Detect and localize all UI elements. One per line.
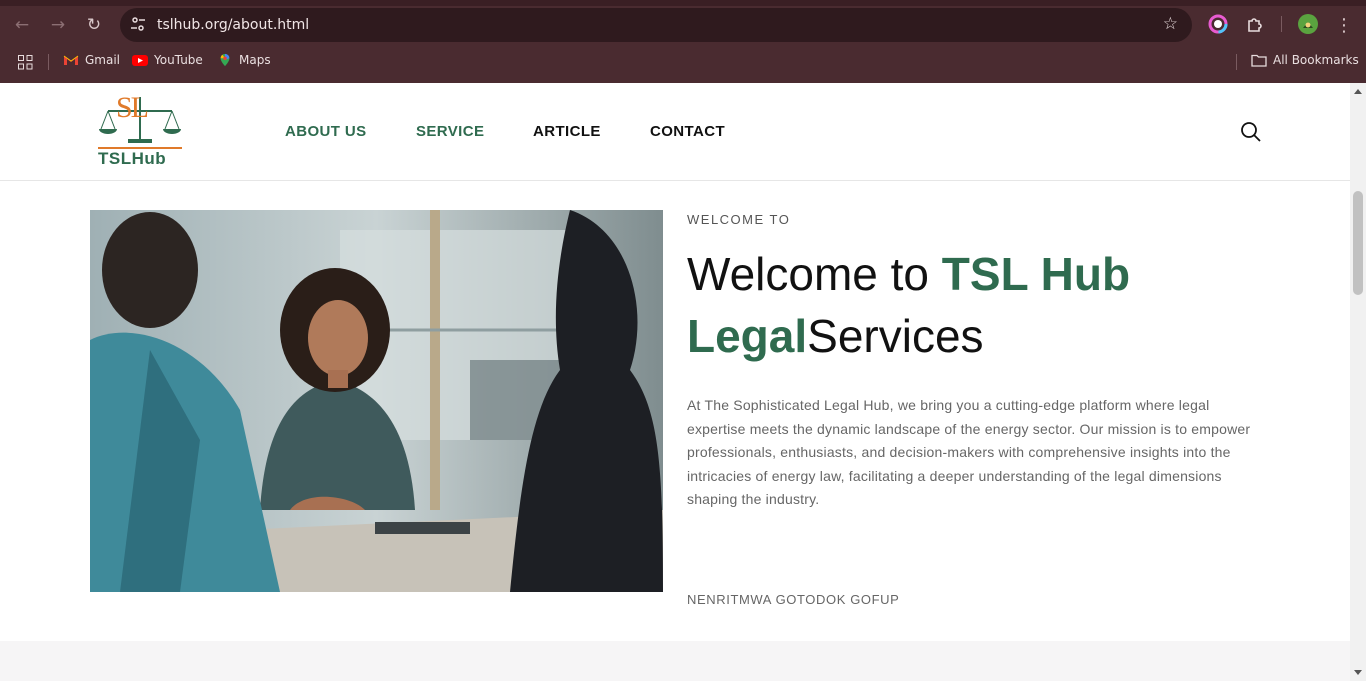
browser-menu-icon[interactable]: ⋮ xyxy=(1331,12,1357,38)
bookmarks-divider xyxy=(48,54,49,70)
profile-avatar[interactable] xyxy=(1298,14,1318,34)
site-settings-icon[interactable] xyxy=(130,16,146,32)
url-text[interactable]: tslhub.org/about.html xyxy=(157,17,309,33)
author-name: NENRITMWA GOTODOK GOFUP xyxy=(687,592,900,607)
logo-monogram: SL xyxy=(116,91,149,124)
scroll-up-arrow[interactable] xyxy=(1354,89,1362,94)
toolbar-divider xyxy=(1281,16,1282,32)
tab-strip xyxy=(0,0,1366,6)
hero-photo xyxy=(90,210,663,592)
maps-icon xyxy=(220,53,230,67)
youtube-icon xyxy=(132,55,148,66)
scroll-thumb[interactable] xyxy=(1353,191,1363,295)
bookmarks-bar: Gmail YouTube Maps All Bookmarks xyxy=(0,50,1366,74)
headline-text: Welcome to xyxy=(687,248,942,300)
apps-grid-icon[interactable] xyxy=(18,55,33,70)
hero-description: At The Sophisticated Legal Hub, we bring… xyxy=(687,397,1251,508)
search-icon[interactable] xyxy=(1240,121,1262,143)
browser-chrome: ← → ↻ tslhub.org/about.html ☆ ⋮ Gmail Yo… xyxy=(0,0,1366,83)
bookmark-youtube[interactable]: YouTube xyxy=(132,53,203,67)
extensions-puzzle-icon[interactable] xyxy=(1245,14,1265,34)
bookmark-maps[interactable]: Maps xyxy=(217,53,271,67)
address-bar[interactable]: tslhub.org/about.html ☆ xyxy=(120,8,1192,42)
nav-about-us[interactable]: ABOUT US xyxy=(285,123,367,140)
bookmark-gmail[interactable]: Gmail xyxy=(63,53,120,67)
hero-headline: Welcome to TSL Hub LegalServices xyxy=(687,243,1287,367)
gmail-icon xyxy=(63,55,79,65)
nav-service[interactable]: SERVICE xyxy=(416,123,484,140)
headline-legal: Legal xyxy=(687,310,808,362)
page-scrollbar[interactable] xyxy=(1350,83,1366,681)
hero-eyebrow: WELCOME TO xyxy=(687,212,791,227)
headline-services: Services xyxy=(807,310,984,362)
forward-button[interactable]: → xyxy=(45,12,71,38)
site-logo[interactable]: SL TSLHub xyxy=(94,91,186,169)
reload-button[interactable]: ↻ xyxy=(81,12,107,38)
next-section xyxy=(0,641,1350,681)
color-extension-icon[interactable] xyxy=(1208,14,1228,34)
folder-icon xyxy=(1251,54,1267,67)
back-button[interactable]: ← xyxy=(9,12,35,38)
nav-contact[interactable]: CONTACT xyxy=(650,123,725,140)
bookmark-label: YouTube xyxy=(154,53,203,67)
bookmark-star-icon[interactable]: ☆ xyxy=(1163,14,1178,34)
scroll-down-arrow[interactable] xyxy=(1354,670,1362,675)
bookmark-label: Maps xyxy=(239,53,271,67)
office-meeting-image xyxy=(90,210,663,592)
bookmark-label: Gmail xyxy=(85,53,121,67)
all-bookmarks-button[interactable]: All Bookmarks xyxy=(1251,53,1359,67)
web-page: SL TSLHub ABOUT US SERVICE ARTICLE CONTA… xyxy=(0,83,1350,681)
all-bookmarks-label: All Bookmarks xyxy=(1273,53,1359,67)
logo-wordmark: TSLHub xyxy=(98,149,167,168)
headline-brand: TSL Hub xyxy=(941,248,1131,300)
site-header: SL TSLHub ABOUT US SERVICE ARTICLE CONTA… xyxy=(0,83,1350,181)
nav-article[interactable]: ARTICLE xyxy=(533,123,601,140)
bookmarks-divider xyxy=(1236,54,1237,70)
